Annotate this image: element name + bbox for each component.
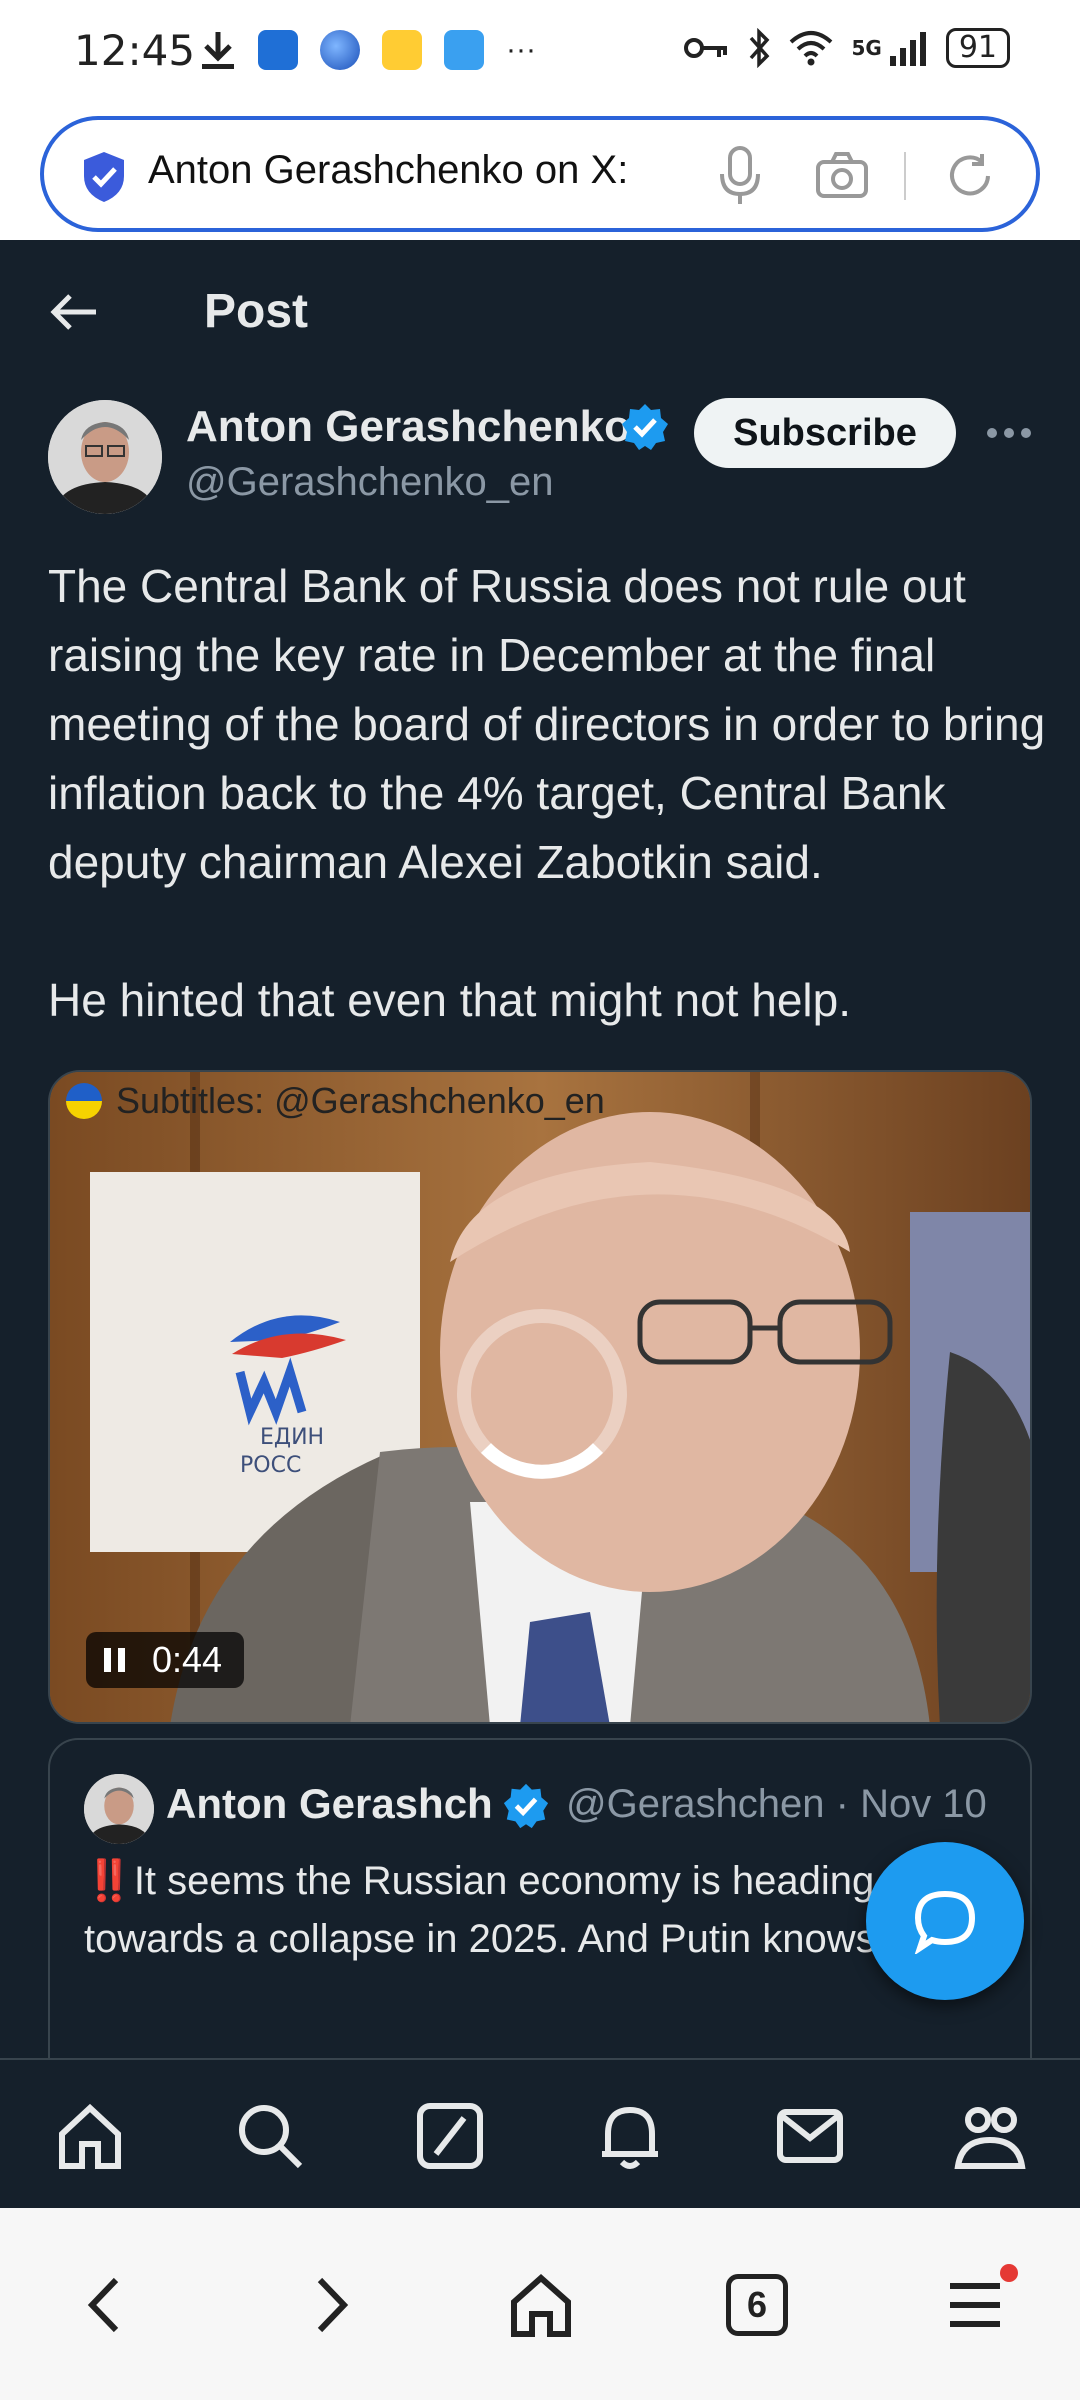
page-title: Post bbox=[204, 285, 309, 338]
shield-check-icon bbox=[84, 152, 124, 202]
notifications-icon[interactable] bbox=[594, 2100, 666, 2172]
loading-spinner-icon bbox=[457, 1309, 627, 1479]
home-icon[interactable] bbox=[54, 2100, 126, 2172]
double-exclamation-icon: ‼️ bbox=[84, 1859, 134, 1903]
video-player[interactable]: ЕДИН РОСС Subtitles: @Gerashchenko_en 0:… bbox=[48, 1070, 1032, 1724]
post-header: Post bbox=[0, 240, 1080, 380]
quoted-handle-date: @Gerashchen · Nov 10 bbox=[566, 1782, 987, 1826]
app-icon-blue bbox=[258, 30, 298, 70]
video-time: 0:44 bbox=[152, 1639, 223, 1680]
ukraine-flag-icon bbox=[66, 1083, 102, 1119]
signal-icon bbox=[889, 32, 926, 66]
browser-back-icon[interactable] bbox=[72, 2270, 142, 2340]
app-icon-weibo bbox=[382, 30, 422, 70]
browser-url-area: Anton Gerashchenko on X: bbox=[0, 100, 1080, 240]
back-arrow-icon[interactable] bbox=[44, 282, 104, 342]
browser-home-icon[interactable] bbox=[506, 2270, 576, 2340]
tab-count-button[interactable]: 6 bbox=[726, 2274, 788, 2336]
messages-icon[interactable] bbox=[774, 2100, 846, 2172]
browser-menu-icon[interactable] bbox=[940, 2270, 1010, 2340]
grok-icon[interactable] bbox=[414, 2100, 486, 2172]
battery-indicator: 91 bbox=[945, 28, 1010, 68]
chat-bubble-icon bbox=[914, 1890, 976, 1954]
status-bar: 12:45 ··· 5G 91 bbox=[0, 0, 1080, 100]
video-time-badge[interactable]: 0:44 bbox=[86, 1632, 244, 1688]
author-handle[interactable]: @Gerashchenko_en bbox=[186, 460, 554, 505]
post-text: The Central Bank of Russia does not rule… bbox=[48, 552, 1048, 1035]
communities-icon[interactable] bbox=[954, 2100, 1026, 2172]
url-separator bbox=[904, 152, 906, 200]
app-icon-weather bbox=[444, 30, 484, 70]
author-avatar[interactable] bbox=[48, 400, 162, 514]
network-label: 5G bbox=[851, 36, 882, 60]
subtitle-text: Subtitles: @Gerashchenko_en bbox=[116, 1080, 605, 1121]
status-overflow: ··· bbox=[506, 33, 536, 66]
compose-fab[interactable] bbox=[866, 1842, 1024, 2000]
browser-forward-icon[interactable] bbox=[294, 2270, 364, 2340]
post-text-paragraph-2: He hinted that even that might not help. bbox=[48, 974, 851, 1026]
notification-icons: ··· bbox=[200, 30, 536, 70]
quoted-author-avatar bbox=[84, 1774, 154, 1844]
logo-text-1: ЕДИН bbox=[260, 1425, 324, 1450]
url-text[interactable]: Anton Gerashchenko on X: bbox=[148, 148, 628, 193]
app-icon-globe bbox=[320, 30, 360, 70]
microphone-icon[interactable] bbox=[714, 144, 766, 208]
download-icon bbox=[202, 32, 234, 69]
url-bar[interactable]: Anton Gerashchenko on X: bbox=[40, 116, 1040, 232]
menu-notification-dot bbox=[1000, 2264, 1018, 2282]
pause-icon[interactable] bbox=[102, 1646, 128, 1674]
bluetooth-icon bbox=[750, 28, 770, 68]
bottom-nav bbox=[0, 2058, 1080, 2208]
verified-badge-icon bbox=[503, 1783, 549, 1829]
key-icon bbox=[684, 38, 728, 58]
logo-text-2: РОСС bbox=[240, 1453, 301, 1478]
quoted-author-name: Anton Gerashch bbox=[166, 1780, 493, 1827]
quoted-text-body: It seems the Russian economy is heading … bbox=[84, 1859, 961, 1961]
author-name[interactable]: Anton Gerashchenko bbox=[186, 402, 631, 452]
browser-bottom-bar: 6 bbox=[0, 2208, 1080, 2400]
search-icon[interactable] bbox=[234, 2100, 306, 2172]
status-right: 5G 91 bbox=[683, 28, 1010, 68]
subtitle-overlay: Subtitles: @Gerashchenko_en bbox=[66, 1080, 605, 1122]
refresh-icon[interactable] bbox=[942, 148, 998, 204]
wifi-icon bbox=[790, 31, 833, 66]
more-options-icon[interactable] bbox=[984, 420, 1034, 446]
status-time: 12:45 bbox=[74, 26, 196, 75]
subscribe-button[interactable]: Subscribe bbox=[694, 398, 956, 468]
camera-icon[interactable] bbox=[814, 148, 870, 204]
post-text-paragraph-1: The Central Bank of Russia does not rule… bbox=[48, 560, 1046, 888]
verified-badge-icon bbox=[622, 404, 668, 450]
